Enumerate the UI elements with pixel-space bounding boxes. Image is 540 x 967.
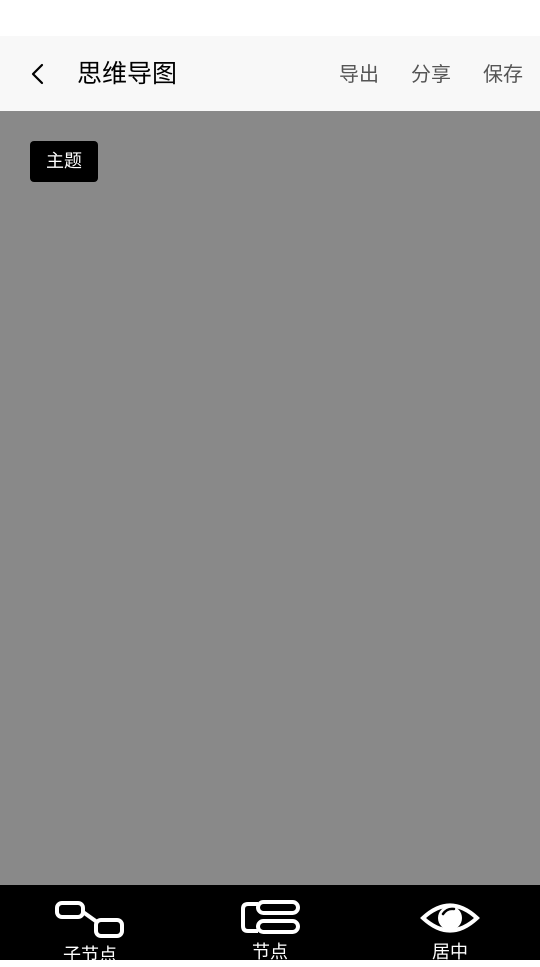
back-button[interactable] bbox=[18, 54, 58, 94]
export-button[interactable]: 导出 bbox=[339, 58, 379, 90]
share-button[interactable]: 分享 bbox=[411, 58, 451, 90]
root-topic-node[interactable]: 主题 bbox=[30, 141, 98, 182]
center-view-label: 居中 bbox=[432, 942, 468, 963]
save-button[interactable]: 保存 bbox=[483, 58, 523, 90]
add-sibling-node-label: 节点 bbox=[252, 942, 288, 963]
status-bar bbox=[0, 0, 540, 36]
add-child-node-button[interactable]: 子节点 bbox=[0, 885, 180, 966]
child-node-icon bbox=[55, 901, 124, 938]
page-title: 思维导图 bbox=[77, 59, 178, 88]
bottom-toolbar: 子节点 节点 居中 bbox=[0, 885, 540, 966]
sibling-node-icon bbox=[241, 900, 300, 934]
top-bar: 思维导图 导出 分享 保存 bbox=[0, 36, 540, 111]
add-sibling-node-button[interactable]: 节点 bbox=[180, 885, 360, 963]
add-child-node-label: 子节点 bbox=[63, 945, 117, 966]
center-view-button[interactable]: 居中 bbox=[360, 885, 540, 963]
eye-icon bbox=[420, 903, 480, 933]
mindmap-canvas[interactable]: 主题 bbox=[0, 111, 540, 885]
chevron-left-icon bbox=[31, 63, 44, 85]
